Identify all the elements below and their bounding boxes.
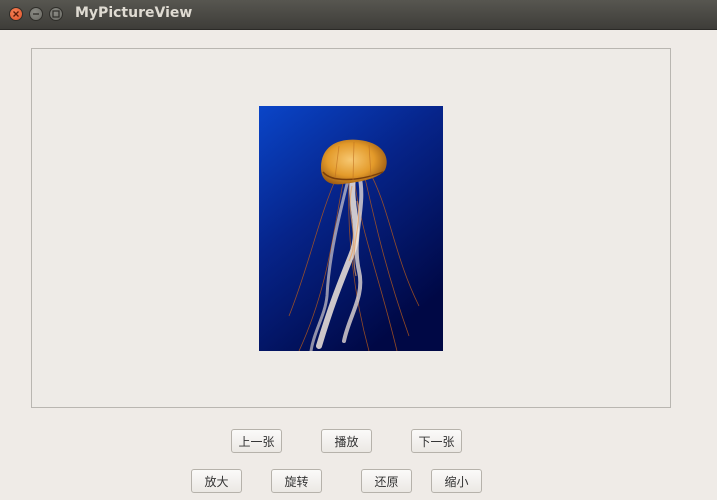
title-bar: MyPictureView [0, 0, 717, 30]
maximize-button[interactable] [49, 7, 63, 21]
zoom-in-button[interactable]: 放大 [191, 469, 242, 493]
minimize-icon [33, 13, 39, 15]
window-title: MyPictureView [75, 5, 193, 21]
minimize-button[interactable] [29, 7, 43, 21]
maximize-icon [52, 10, 60, 18]
play-button[interactable]: 播放 [321, 429, 372, 453]
image-display-area [31, 48, 671, 408]
jellyfish-image [259, 106, 443, 351]
zoom-out-button[interactable]: 缩小 [431, 469, 482, 493]
rotate-button[interactable]: 旋转 [271, 469, 322, 493]
previous-button[interactable]: 上一张 [231, 429, 282, 453]
next-button[interactable]: 下一张 [411, 429, 462, 453]
close-button[interactable] [9, 7, 23, 21]
close-icon [13, 11, 19, 17]
restore-button[interactable]: 还原 [361, 469, 412, 493]
